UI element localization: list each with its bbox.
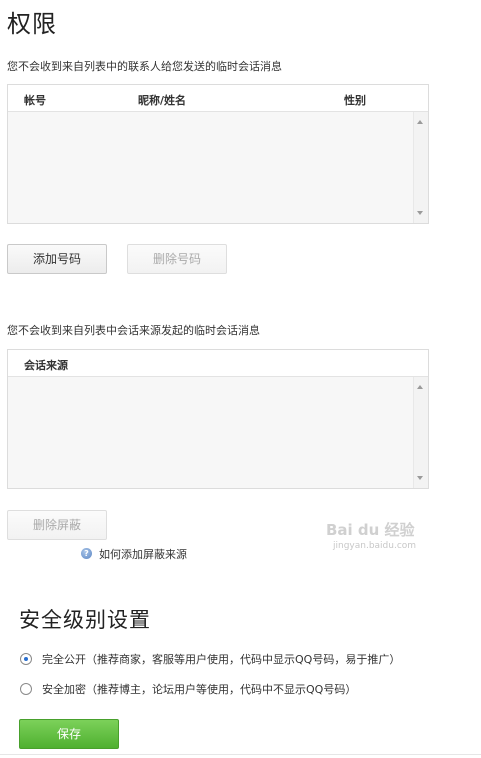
sources-scrollbar[interactable]	[413, 377, 428, 488]
sources-table: 会话来源	[7, 349, 429, 489]
radio-encrypted-label[interactable]: 安全加密（推荐博主，论坛用户等使用，代码中不显示QQ号码）	[42, 681, 356, 697]
save-button[interactable]: 保存	[19, 719, 119, 749]
watermark-url: jingyan.baidu.com	[333, 541, 417, 551]
contacts-description: 您不会收到来自列表中的联系人给您发送的临时会话消息	[7, 60, 282, 73]
watermark-brand: Bai du 经验	[326, 521, 415, 539]
radio-public-label[interactable]: 完全公开（推荐商家，客服等用户使用，代码中显示QQ号码，易于推广）	[42, 651, 400, 667]
arrow-down-icon[interactable]	[417, 476, 423, 480]
column-header-nickname[interactable]: 昵称/姓名	[138, 92, 186, 108]
column-header-account[interactable]: 帐号	[24, 92, 46, 108]
page-title: 权限	[7, 10, 57, 38]
radio-public[interactable]	[20, 653, 32, 665]
arrow-up-icon[interactable]	[417, 120, 423, 124]
contacts-table-header: 帐号 昵称/姓名 性别	[8, 85, 428, 112]
sources-table-header: 会话来源	[8, 350, 428, 377]
remove-number-button[interactable]: 删除号码	[127, 244, 227, 274]
contacts-scrollbar[interactable]	[413, 112, 428, 223]
remove-block-button[interactable]: 删除屏蔽	[7, 510, 107, 540]
security-title: 安全级别设置	[19, 608, 151, 632]
help-link[interactable]: 如何添加屏蔽来源	[99, 546, 187, 562]
column-header-session-source[interactable]: 会话来源	[24, 357, 68, 373]
sources-description: 您不会收到来自列表中会话来源发起的临时会话消息	[7, 324, 260, 337]
arrow-up-icon[interactable]	[417, 385, 423, 389]
help-icon[interactable]: ?	[81, 548, 92, 559]
bottom-divider	[0, 754, 481, 755]
contacts-table: 帐号 昵称/姓名 性别	[7, 84, 429, 224]
arrow-down-icon[interactable]	[417, 211, 423, 215]
radio-encrypted[interactable]	[20, 683, 32, 695]
column-header-gender[interactable]: 性别	[344, 92, 366, 108]
add-number-button[interactable]: 添加号码	[7, 244, 107, 274]
